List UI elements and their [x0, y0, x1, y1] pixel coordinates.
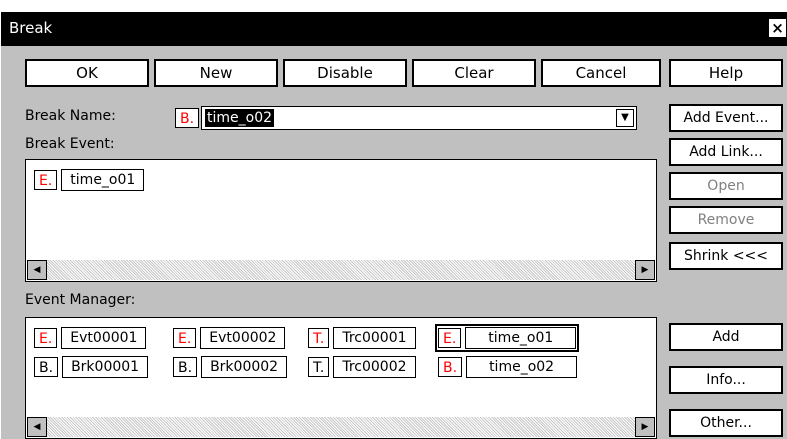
break-name-combobox[interactable]: time_o02 ▼	[201, 106, 637, 130]
event-name: Trc00002	[333, 356, 416, 378]
event-type-badge: E.	[438, 328, 462, 348]
remove-button[interactable]: Remove	[669, 206, 783, 234]
add-event-button[interactable]: Add Event...	[669, 104, 783, 132]
title-bar[interactable]: Break ×	[1, 12, 787, 46]
close-icon[interactable]: ×	[769, 19, 786, 37]
event-name: time_o01	[465, 327, 577, 349]
open-button[interactable]: Open	[669, 172, 783, 200]
new-button[interactable]: New	[154, 59, 278, 87]
event-name: Brk00002	[201, 356, 288, 378]
event-name: Evt00002	[200, 327, 286, 349]
break-event-label: Break Event:	[25, 136, 115, 152]
event-name: Trc00001	[333, 327, 416, 349]
horizontal-scrollbar[interactable]: ◀ ▶	[27, 260, 655, 280]
break-dialog: Break × OK New Disable Clear Cancel Help…	[0, 12, 787, 439]
event-type-badge: E.	[34, 328, 58, 348]
list-item-selected[interactable]: E. time_o01	[434, 324, 580, 352]
add-button[interactable]: Add	[669, 323, 783, 351]
disable-button[interactable]: Disable	[283, 59, 407, 87]
event-name: time_o02	[466, 356, 578, 378]
event-type-badge: B.	[173, 357, 198, 377]
event-type-badge: T.	[308, 328, 330, 348]
scroll-right-icon[interactable]: ▶	[635, 260, 655, 280]
clear-button[interactable]: Clear	[412, 59, 536, 87]
info-button[interactable]: Info...	[669, 366, 783, 394]
event-type-badge: B.	[438, 357, 463, 377]
list-item[interactable]: E. Evt00001	[34, 327, 147, 349]
event-name: time_o01	[61, 169, 145, 191]
scroll-left-icon[interactable]: ◀	[27, 260, 47, 280]
list-item[interactable]: T. Trc00001	[308, 327, 416, 349]
list-item[interactable]: B. time_o02	[438, 356, 578, 378]
break-event-item[interactable]: E. time_o01	[34, 169, 145, 191]
event-name: Brk00001	[62, 356, 149, 378]
cancel-button[interactable]: Cancel	[541, 59, 661, 87]
horizontal-scrollbar[interactable]: ◀ ▶	[27, 417, 655, 437]
event-type-badge: T.	[308, 357, 330, 377]
list-item[interactable]: B. Brk00001	[34, 356, 149, 378]
event-manager-list[interactable]: E. Evt00001 E. Evt00002 T. Trc00001 E. t…	[25, 317, 657, 439]
scroll-left-icon[interactable]: ◀	[27, 417, 47, 437]
scroll-right-icon[interactable]: ▶	[635, 417, 655, 437]
window-title: Break	[9, 19, 53, 37]
list-item[interactable]: T. Trc00002	[308, 356, 416, 378]
event-type-badge: E.	[34, 170, 58, 190]
shrink-button[interactable]: Shrink <<<	[669, 242, 783, 270]
break-name-value[interactable]: time_o02	[205, 109, 275, 127]
event-type-badge: B.	[34, 357, 59, 377]
break-name-label: Break Name:	[25, 108, 116, 124]
ok-button[interactable]: OK	[25, 59, 149, 87]
break-type-badge: B.	[175, 108, 200, 128]
event-type-badge: E.	[173, 328, 197, 348]
chevron-down-icon[interactable]: ▼	[616, 109, 634, 127]
list-item[interactable]: E. Evt00002	[173, 327, 286, 349]
event-manager-label: Event Manager:	[25, 292, 136, 308]
list-item[interactable]: B. Brk00002	[173, 356, 288, 378]
break-event-list[interactable]: E. time_o01 ◀ ▶	[25, 159, 657, 282]
add-link-button[interactable]: Add Link...	[669, 138, 783, 166]
event-name: Evt00001	[61, 327, 147, 349]
help-button[interactable]: Help	[669, 59, 783, 87]
other-button[interactable]: Other...	[669, 409, 783, 437]
